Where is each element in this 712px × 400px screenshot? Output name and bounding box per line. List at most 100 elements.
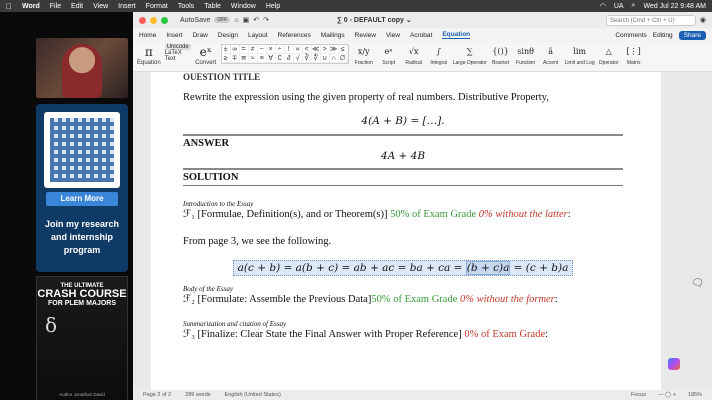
- wifi-icon[interactable]: ◠: [600, 2, 606, 10]
- symbol-button[interactable]: ∜: [311, 54, 321, 63]
- tab-mailings[interactable]: Mailings: [321, 32, 345, 39]
- symbol-button[interactable]: ≥: [221, 54, 231, 63]
- tab-draw[interactable]: Draw: [193, 32, 208, 39]
- symbol-button[interactable]: ∀: [266, 54, 276, 63]
- symbol-button[interactable]: ±: [221, 45, 231, 54]
- tab-insert[interactable]: Insert: [166, 32, 182, 39]
- tab-home[interactable]: Home: [139, 32, 156, 39]
- comment-icon[interactable]: 🗨: [691, 278, 704, 289]
- tab-equation[interactable]: Equation: [442, 31, 471, 39]
- apple-icon[interactable]: : [6, 2, 12, 11]
- page-reference: From page 3, we see the following.: [183, 236, 332, 247]
- account-icon[interactable]: ◉: [700, 16, 706, 24]
- symbol-button[interactable]: ~: [257, 45, 267, 54]
- page-count[interactable]: Page 2 of 2: [143, 392, 171, 398]
- menu-item-table[interactable]: Table: [204, 3, 221, 10]
- tab-acrobat[interactable]: Acrobat: [410, 32, 432, 39]
- symbol-button[interactable]: !: [284, 45, 294, 54]
- structure-integral-button[interactable]: ∫ Integral: [428, 44, 450, 66]
- input-language[interactable]: UA: [614, 3, 624, 10]
- word-count[interactable]: 289 words: [185, 392, 210, 398]
- menu-item-insert[interactable]: Insert: [118, 3, 136, 10]
- structure-large-operator-button[interactable]: ∑ Large Operator: [453, 44, 487, 66]
- convert-button[interactable]: eˣ Convert: [195, 44, 217, 66]
- symbol-gallery[interactable]: ± ∞ = ≠ ~ × ÷! ∝ < ≪ > ≫ ≤ ≥ ∓ ≅ ≈ ≡ ∀ ∁ ∂ √ ∛ ∜ ∪ ∩ ∅: [220, 44, 349, 64]
- menu-item-tools[interactable]: Tools: [178, 3, 194, 10]
- structure-radical-button[interactable]: √x Radical: [403, 44, 425, 66]
- symbol-button[interactable]: ×: [266, 45, 276, 54]
- symbol-button[interactable]: ≪: [311, 45, 321, 54]
- focus-button[interactable]: Focus: [631, 392, 646, 398]
- equation-button[interactable]: π Equation: [137, 44, 161, 66]
- editing-button[interactable]: Editing: [653, 32, 673, 39]
- structure-function-button[interactable]: sinθ Function: [515, 44, 537, 66]
- clock[interactable]: Wed Jul 22 9:48 AM: [643, 3, 706, 10]
- tab-review[interactable]: Review: [355, 32, 376, 39]
- symbol-button[interactable]: ≤: [338, 45, 348, 54]
- symbol-button[interactable]: =: [239, 45, 249, 54]
- symbol-button[interactable]: ÷: [275, 45, 285, 54]
- symbol-button[interactable]: ≅: [239, 54, 249, 63]
- symbol-button[interactable]: √: [293, 54, 303, 63]
- symbol-button[interactable]: ∝: [293, 45, 303, 54]
- copilot-icon[interactable]: [668, 358, 680, 370]
- zoom-slider[interactable]: — ◯ +: [658, 392, 676, 398]
- f2-warning: 0% without the former: [457, 294, 555, 305]
- structure-matrix-button[interactable]: [⋮] Matrix: [623, 44, 645, 66]
- tab-references[interactable]: References: [278, 32, 311, 39]
- structure-limit-and-log-button[interactable]: lim Limit and Log: [565, 44, 595, 66]
- structure-accent-button[interactable]: ä Accent: [540, 44, 562, 66]
- menu-app-name[interactable]: Word: [22, 3, 40, 10]
- symbol-button[interactable]: ∩: [329, 54, 339, 63]
- search-input[interactable]: Search (Cmd + Ctrl + U): [605, 14, 696, 26]
- zoom-level[interactable]: 185%: [688, 392, 702, 398]
- minimize-window-icon[interactable]: [150, 16, 157, 24]
- symbol-button[interactable]: ≠: [248, 45, 258, 54]
- menu-item-edit[interactable]: Edit: [71, 3, 83, 10]
- menu-item-view[interactable]: View: [93, 3, 108, 10]
- menu-item-file[interactable]: File: [50, 3, 61, 10]
- symbol-button[interactable]: ∁: [275, 54, 285, 63]
- search-icon[interactable]: ⌕: [632, 2, 636, 10]
- structure-bracket-button[interactable]: {()} Bracket: [490, 44, 512, 66]
- symbol-button[interactable]: ∅: [338, 54, 348, 63]
- comments-button[interactable]: Comments: [615, 32, 646, 39]
- language-status[interactable]: English (United States): [225, 392, 281, 398]
- tab-design[interactable]: Design: [218, 32, 238, 39]
- symbol-button[interactable]: ∪: [320, 54, 330, 63]
- autosave-toggle[interactable]: OFF: [214, 17, 231, 23]
- status-right: Focus — ◯ + 185%: [631, 392, 702, 398]
- maximize-window-icon[interactable]: [161, 16, 168, 24]
- symbol-button[interactable]: ∞: [230, 45, 240, 54]
- symbol-button[interactable]: <: [302, 45, 312, 54]
- structure-fraction-button[interactable]: x/y Fraction: [353, 44, 375, 66]
- text-option[interactable]: Text: [165, 56, 176, 62]
- menu-item-help[interactable]: Help: [266, 3, 280, 10]
- redo-icon[interactable]: ↷: [263, 16, 269, 24]
- undo-icon[interactable]: ↶: [253, 16, 259, 24]
- tab-view[interactable]: View: [386, 32, 400, 39]
- menu-item-format[interactable]: Format: [146, 3, 168, 10]
- menu-item-window[interactable]: Window: [231, 3, 256, 10]
- symbol-button[interactable]: ≈: [248, 54, 258, 63]
- tab-layout[interactable]: Layout: [248, 32, 268, 39]
- symbol-button[interactable]: ≡: [257, 54, 267, 63]
- learn-more-button[interactable]: Learn More: [46, 192, 118, 206]
- structure-script-button[interactable]: eˣ Script: [378, 44, 400, 66]
- structure-operator-button[interactable]: △ Operator: [598, 44, 620, 66]
- eq-highlight[interactable]: (b + c)a: [465, 261, 511, 275]
- symbol-button[interactable]: ∂: [284, 54, 294, 63]
- save-icon[interactable]: ▣: [243, 16, 250, 24]
- answer-rule: [183, 134, 623, 136]
- symbol-button[interactable]: ≫: [329, 45, 339, 54]
- symbol-button[interactable]: ∛: [302, 54, 312, 63]
- home-icon[interactable]: ⌂: [234, 17, 238, 24]
- document-page[interactable]: QUESTION TITLE Rewrite the expression us…: [151, 72, 661, 390]
- question-expression: 4(A + B) = […].: [361, 115, 445, 127]
- share-button[interactable]: Share: [678, 30, 706, 40]
- document-title[interactable]: ∑ 0 - DEFAULT copy ⌄: [333, 16, 412, 24]
- symbol-button[interactable]: >: [320, 45, 330, 54]
- close-window-icon[interactable]: [139, 16, 146, 24]
- symbol-button[interactable]: ∓: [230, 54, 240, 63]
- equation-object[interactable]: a(c + b) = a(b + c) = ab + ac = ba + ca …: [232, 260, 574, 276]
